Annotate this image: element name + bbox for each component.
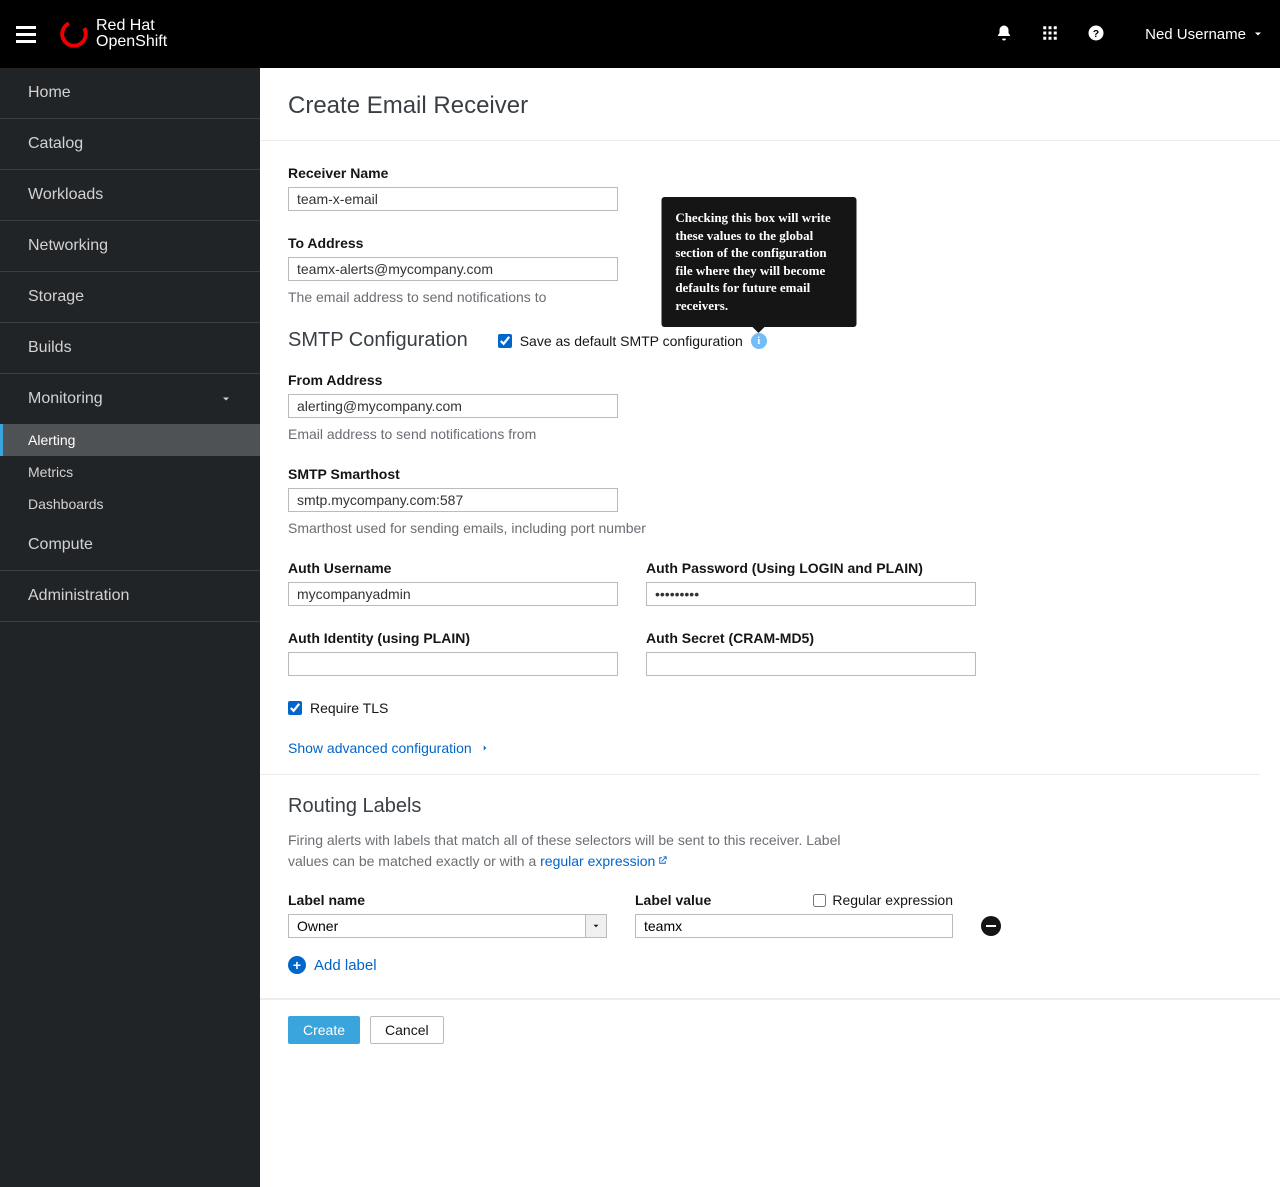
apps-icon[interactable] bbox=[1041, 24, 1059, 45]
add-label-button[interactable]: + Add label bbox=[288, 956, 1232, 974]
sidebar-item-alerting[interactable]: Alerting bbox=[0, 424, 260, 456]
require-tls-label: Require TLS bbox=[310, 700, 388, 716]
regex-checkbox[interactable] bbox=[813, 894, 826, 907]
auth-secret-label: Auth Secret (CRAM-MD5) bbox=[646, 630, 976, 646]
sidebar-item-workloads[interactable]: Workloads bbox=[0, 170, 260, 220]
notifications-icon[interactable] bbox=[995, 24, 1013, 45]
sidebar-item-administration[interactable]: Administration bbox=[0, 571, 260, 621]
receiver-name-label: Receiver Name bbox=[288, 165, 1232, 181]
cancel-button[interactable]: Cancel bbox=[370, 1016, 444, 1044]
label-value-input[interactable] bbox=[635, 914, 953, 938]
page-title: Create Email Receiver bbox=[288, 92, 1252, 120]
regex-link[interactable]: regular expression bbox=[540, 853, 668, 869]
svg-text:?: ? bbox=[1093, 27, 1099, 39]
sidebar-item-compute[interactable]: Compute bbox=[0, 520, 260, 570]
sidebar-item-storage[interactable]: Storage bbox=[0, 272, 260, 322]
sidebar-item-home[interactable]: Home bbox=[0, 68, 260, 118]
redhat-logo-icon bbox=[60, 20, 88, 48]
show-advanced-label: Show advanced configuration bbox=[288, 740, 472, 756]
user-menu[interactable]: Ned Username bbox=[1145, 26, 1264, 43]
auth-password-label: Auth Password (Using LOGIN and PLAIN) bbox=[646, 560, 976, 576]
label-name-select[interactable] bbox=[288, 914, 607, 938]
auth-identity-label: Auth Identity (using PLAIN) bbox=[288, 630, 618, 646]
username: Ned Username bbox=[1145, 26, 1246, 43]
remove-label-button[interactable] bbox=[981, 916, 1001, 936]
show-advanced-link[interactable]: Show advanced configuration bbox=[288, 740, 1232, 756]
from-address-help: Email address to send notifications from bbox=[288, 426, 1232, 442]
auth-secret-input[interactable] bbox=[646, 652, 976, 676]
help-icon[interactable]: ? bbox=[1087, 24, 1105, 45]
brand-text: Red Hat OpenShift bbox=[96, 18, 167, 50]
auth-username-input[interactable] bbox=[288, 582, 618, 606]
sidebar-item-catalog[interactable]: Catalog bbox=[0, 119, 260, 169]
label-name-label: Label name bbox=[288, 892, 607, 908]
receiver-name-input[interactable] bbox=[288, 187, 618, 211]
label-name-input[interactable] bbox=[288, 914, 585, 938]
chevron-down-icon bbox=[220, 393, 232, 405]
chevron-right-icon bbox=[480, 743, 490, 753]
to-address-input[interactable] bbox=[288, 257, 618, 281]
regex-label: Regular expression bbox=[832, 892, 953, 908]
label-value-label: Label value bbox=[635, 892, 711, 908]
info-icon[interactable]: i Checking this box will write these val… bbox=[751, 333, 767, 349]
sidebar-item-metrics[interactable]: Metrics bbox=[0, 456, 260, 488]
save-default-checkbox[interactable] bbox=[498, 334, 512, 348]
smarthost-input[interactable] bbox=[288, 488, 618, 512]
routing-desc: Firing alerts with labels that match all… bbox=[288, 830, 848, 872]
add-label-text: Add label bbox=[314, 957, 377, 974]
sidebar-item-builds[interactable]: Builds bbox=[0, 323, 260, 373]
external-link-icon bbox=[657, 855, 668, 866]
hamburger-menu-button[interactable] bbox=[16, 22, 40, 46]
save-default-label: Save as default SMTP configuration bbox=[520, 333, 743, 349]
routing-labels-title: Routing Labels bbox=[288, 795, 1232, 818]
chevron-down-icon bbox=[1252, 28, 1264, 40]
smtp-section-title: SMTP Configuration bbox=[288, 329, 468, 352]
plus-icon: + bbox=[288, 956, 306, 974]
smarthost-label: SMTP Smarthost bbox=[288, 466, 1232, 482]
minus-icon bbox=[986, 925, 996, 927]
brand[interactable]: Red Hat OpenShift bbox=[60, 18, 167, 50]
sidebar-item-label: Monitoring bbox=[28, 390, 103, 408]
smarthost-help: Smarthost used for sending emails, inclu… bbox=[288, 520, 1232, 536]
sidebar-item-networking[interactable]: Networking bbox=[0, 221, 260, 271]
sidebar-item-monitoring[interactable]: Monitoring bbox=[0, 374, 260, 424]
main-content: Create Email Receiver Receiver Name To A… bbox=[260, 68, 1280, 1187]
chevron-down-icon bbox=[591, 921, 601, 931]
auth-identity-input[interactable] bbox=[288, 652, 618, 676]
label-name-dropdown-button[interactable] bbox=[585, 914, 607, 938]
from-address-label: From Address bbox=[288, 372, 1232, 388]
auth-password-input[interactable] bbox=[646, 582, 976, 606]
tooltip: Checking this box will write these value… bbox=[661, 197, 856, 326]
sidebar-item-dashboards[interactable]: Dashboards bbox=[0, 488, 260, 520]
sidebar: Home Catalog Workloads Networking Storag… bbox=[0, 68, 260, 1187]
require-tls-checkbox[interactable] bbox=[288, 701, 302, 715]
create-button[interactable]: Create bbox=[288, 1016, 360, 1044]
from-address-input[interactable] bbox=[288, 394, 618, 418]
masthead: Red Hat OpenShift ? Ned Username bbox=[0, 0, 1280, 68]
auth-username-label: Auth Username bbox=[288, 560, 618, 576]
